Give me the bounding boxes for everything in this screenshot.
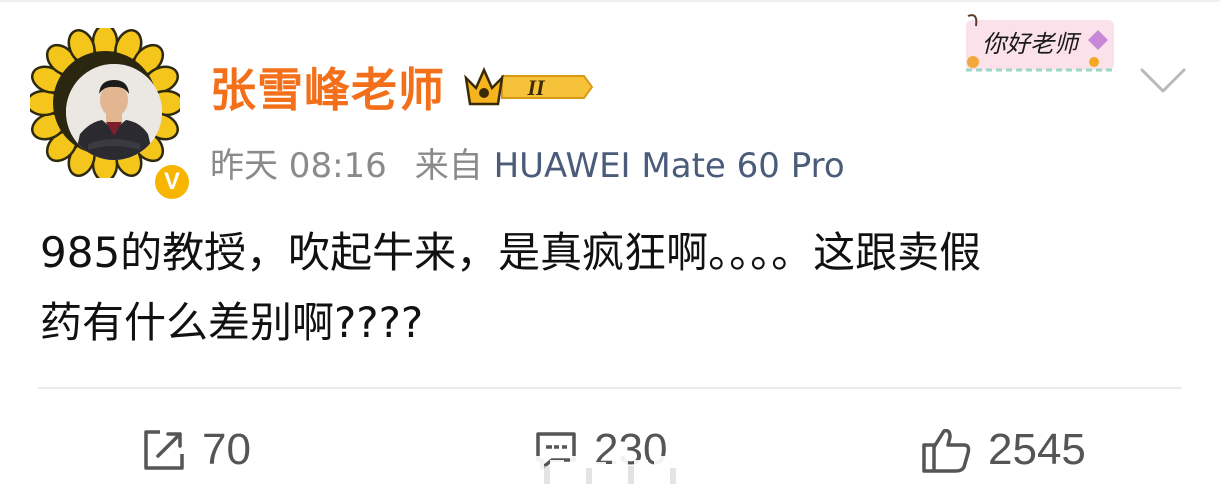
post-text-line-1: 985的教授，吹起牛来，是真疯狂啊。。。。这跟卖假 — [40, 228, 982, 277]
author-name[interactable]: 张雪峰老师 — [210, 60, 445, 120]
chevron-down-icon[interactable] — [1136, 64, 1190, 98]
watermark-mosaic — [528, 456, 712, 488]
post-text-line-2: 药有什么差别啊???? — [40, 298, 424, 347]
verified-badge: V — [152, 162, 192, 202]
level-badge-text: II — [526, 75, 546, 100]
like-button[interactable]: 2545 — [920, 420, 1086, 480]
post-device[interactable]: HUAWEI Mate 60 Pro — [494, 146, 845, 186]
post-text: 985的教授，吹起牛来，是真疯狂啊。。。。这跟卖假 药有什么差别啊???? — [40, 218, 1190, 358]
post-time: 昨天 08:16 — [210, 146, 387, 186]
share-count: 70 — [202, 425, 251, 474]
sticker: 你好老师 — [966, 14, 1114, 72]
sticker-text: 你好老师 — [982, 30, 1082, 58]
avatar[interactable]: V — [30, 28, 192, 202]
avatar-photo — [66, 64, 162, 160]
share-icon — [144, 430, 184, 470]
post-source-prefix: 来自 — [414, 146, 483, 186]
post-meta: 昨天 08:16 来自 HUAWEI Mate 60 Pro — [210, 140, 845, 192]
top-border — [0, 0, 1220, 2]
like-count: 2545 — [988, 425, 1086, 474]
divider — [38, 387, 1182, 389]
like-icon — [922, 428, 971, 473]
share-button[interactable]: 70 — [140, 420, 251, 480]
crown-icon[interactable]: II — [462, 62, 594, 112]
